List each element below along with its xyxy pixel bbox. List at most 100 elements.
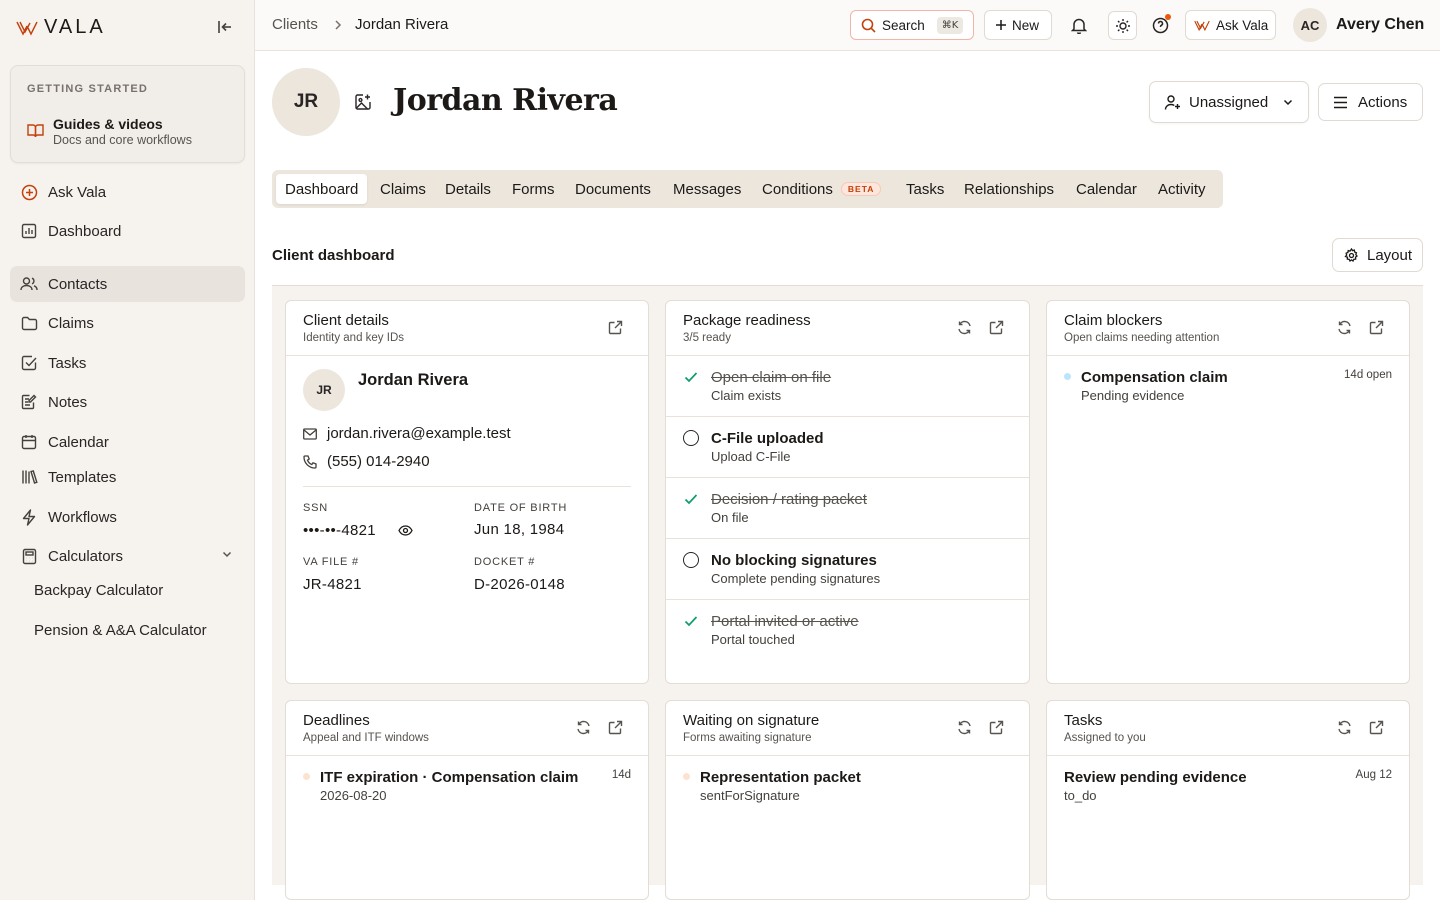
card-header: Tasks Assigned to you	[1047, 701, 1409, 756]
readiness-item[interactable]: No blocking signatures Complete pending …	[666, 539, 1029, 600]
ask-vala-button[interactable]: Ask Vala	[1185, 10, 1276, 40]
chevron-right-icon	[332, 18, 344, 32]
sidebar-item-claims[interactable]: Claims	[10, 305, 245, 341]
book-icon	[27, 123, 44, 138]
user-avatar[interactable]: AC	[1293, 8, 1327, 42]
sidebar-item-ask-vala[interactable]: Ask Vala	[10, 174, 245, 210]
tab-messages[interactable]: Messages	[673, 174, 741, 204]
external-link-icon[interactable]	[989, 720, 1005, 736]
refresh-icon[interactable]	[1337, 320, 1353, 336]
phone-row[interactable]: (555) 014-2940	[303, 453, 430, 470]
item-title: Representation packet	[700, 769, 861, 786]
bell-icon[interactable]	[1066, 12, 1092, 38]
tab-documents[interactable]: Documents	[575, 174, 651, 204]
actions-label: Actions	[1358, 93, 1408, 111]
sidebar-item-label: Tasks	[48, 354, 87, 372]
tab-conditions[interactable]: Conditions BETA	[762, 174, 882, 204]
card-header: Deadlines Appeal and ITF windows	[286, 701, 648, 756]
sidebar-subitem-pension-calculator[interactable]: Pension & A&A Calculator	[34, 622, 207, 639]
tab-activity[interactable]: Activity	[1158, 174, 1206, 204]
getting-started-card[interactable]: GETTING STARTED Guides & videos Docs and…	[10, 65, 245, 163]
readiness-item[interactable]: C-File uploaded Upload C-File	[666, 417, 1029, 478]
external-link-icon[interactable]	[1369, 320, 1385, 336]
status-dot	[683, 773, 690, 780]
sidebar-item-workflows[interactable]: Workflows	[10, 499, 245, 535]
readiness-item[interactable]: Portal invited or active Portal touched	[666, 600, 1029, 661]
item-subtitle: sentForSignature	[700, 788, 800, 803]
list-item[interactable]: ITF expiration · Compensation claim 2026…	[286, 756, 648, 816]
sidebar-item-label: Contacts	[48, 275, 108, 293]
client-avatar-small: JR	[303, 369, 345, 411]
tab-relationships[interactable]: Relationships	[964, 174, 1054, 204]
readiness-item[interactable]: Decision / rating packet On file	[666, 478, 1029, 539]
checkbox-icon	[20, 354, 38, 372]
card-header: Waiting on signature Forms awaiting sign…	[666, 701, 1029, 756]
chevron-down-icon	[1282, 96, 1294, 108]
lightning-icon	[20, 508, 38, 526]
refresh-icon[interactable]	[1337, 720, 1353, 736]
refresh-icon[interactable]	[957, 320, 973, 336]
external-link-icon[interactable]	[1369, 720, 1385, 736]
readiness-subtitle: Upload C-File	[711, 449, 791, 464]
collapse-sidebar-icon[interactable]	[216, 18, 236, 38]
layout-button[interactable]: Layout	[1332, 238, 1423, 272]
user-plus-icon	[1164, 94, 1181, 111]
sidebar-subitem-backpay-calculator[interactable]: Backpay Calculator	[34, 582, 163, 599]
docket-value: D-2026-0148	[474, 576, 565, 593]
sidebar-item-calculators[interactable]: Calculators	[10, 538, 245, 574]
readiness-item[interactable]: Open claim on file Claim exists	[666, 356, 1029, 417]
list-item[interactable]: Compensation claim Pending evidence 14d …	[1047, 356, 1409, 416]
refresh-icon[interactable]	[957, 720, 973, 736]
docket-label: DOCKET #	[474, 556, 536, 568]
user-name[interactable]: Avery Chen	[1336, 16, 1424, 34]
users-icon	[20, 275, 38, 293]
vala-logo[interactable]: VALA	[16, 16, 106, 39]
empty-circle-icon	[683, 552, 699, 568]
readiness-subtitle: On file	[711, 510, 749, 525]
sun-icon[interactable]	[1108, 11, 1137, 40]
email-row[interactable]: jordan.rivera@example.test	[303, 425, 511, 442]
va-file-label: VA FILE #	[303, 556, 359, 568]
check-icon	[683, 491, 699, 507]
refresh-icon[interactable]	[576, 720, 592, 736]
sidebar-item-label: Ask Vala	[48, 183, 107, 201]
tab-calendar[interactable]: Calendar	[1076, 174, 1137, 204]
image-edit-icon[interactable]	[354, 93, 372, 111]
external-link-icon[interactable]	[608, 320, 624, 336]
sidebar-item-tasks[interactable]: Tasks	[10, 345, 245, 381]
external-link-icon[interactable]	[989, 320, 1005, 336]
sidebar-item-calendar[interactable]: Calendar	[10, 424, 245, 460]
eye-icon[interactable]	[398, 525, 413, 536]
ssn-value: •••-••-4821	[303, 522, 376, 539]
notification-dot	[1165, 14, 1171, 20]
client-name-heading: Jordan Rivera	[393, 83, 618, 118]
list-item[interactable]: Review pending evidence to_do Aug 12	[1047, 756, 1409, 816]
sidebar-item-contacts[interactable]: Contacts	[10, 266, 245, 302]
card-title: Claim blockers	[1064, 312, 1163, 329]
guides-title: Guides & videos	[53, 116, 163, 132]
list-item[interactable]: Representation packet sentForSignature	[666, 756, 1029, 816]
readiness-title: C-File uploaded	[711, 430, 824, 447]
chevron-down-icon[interactable]	[221, 548, 233, 560]
tab-details[interactable]: Details	[445, 174, 491, 204]
sidebar-item-notes[interactable]: Notes	[10, 384, 245, 420]
help-icon[interactable]	[1147, 12, 1173, 38]
search-button[interactable]: Search ⌘K	[850, 10, 974, 40]
sidebar-item-templates[interactable]: Templates	[10, 459, 245, 495]
brand-name: VALA	[44, 16, 106, 38]
client-avatar: JR	[272, 68, 340, 136]
vala-logo-icon	[1194, 19, 1210, 32]
assignee-select[interactable]: Unassigned	[1149, 81, 1309, 123]
tab-claims[interactable]: Claims	[380, 174, 426, 204]
tab-forms[interactable]: Forms	[512, 174, 555, 204]
actions-button[interactable]: Actions	[1318, 83, 1423, 121]
breadcrumb-clients[interactable]: Clients	[272, 16, 318, 33]
assignee-value: Unassigned	[1189, 93, 1269, 111]
status-dot	[303, 773, 310, 780]
tab-dashboard[interactable]: Dashboard	[276, 174, 368, 204]
new-button[interactable]: New	[984, 10, 1052, 40]
external-link-icon[interactable]	[608, 720, 624, 736]
readiness-title: Decision / rating packet	[711, 491, 867, 508]
sidebar-item-dashboard[interactable]: Dashboard	[10, 213, 245, 249]
tab-tasks[interactable]: Tasks	[906, 174, 944, 204]
